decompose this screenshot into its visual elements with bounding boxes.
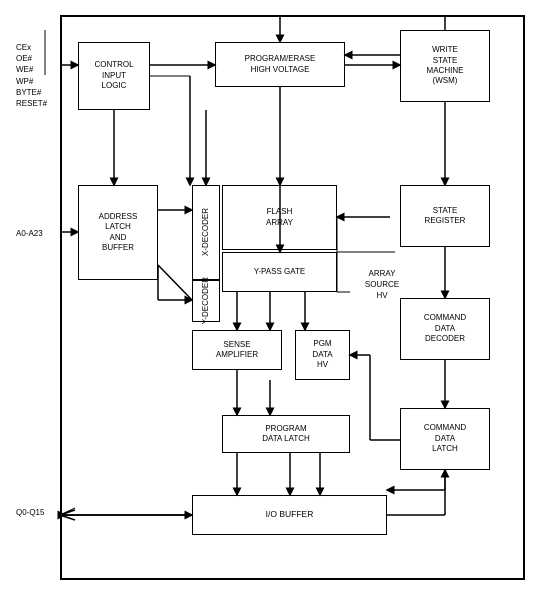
sense-amplifier-box: SENSE AMPLIFIER	[192, 330, 282, 370]
address-label: A0-A23	[16, 228, 43, 239]
control-input-logic-box: CONTROL INPUT LOGIC	[78, 42, 150, 110]
x-decoder-box: X-DECODER	[192, 185, 220, 280]
block-diagram: CONTROL INPUT LOGIC PROGRAM/ERASE HIGH V…	[0, 0, 538, 591]
address-latch-buffer-box: ADDRESS LATCH AND BUFFER	[78, 185, 158, 280]
y-pass-gate-box: Y-PASS GATE	[222, 252, 337, 292]
write-state-machine-box: WRITE STATE MACHINE (WSM)	[400, 30, 490, 102]
pgm-data-hv-box: PGM DATA HV	[295, 330, 350, 380]
command-data-decoder-box: COMMAND DATA DECODER	[400, 298, 490, 360]
array-source-hv-label: ARRAY SOURCE HV	[352, 268, 412, 302]
program-erase-hv-box: PROGRAM/ERASE HIGH VOLTAGE	[215, 42, 345, 87]
data-label: Q0-Q15	[16, 507, 44, 518]
io-buffer-box: I/O BUFFER	[192, 495, 387, 535]
input-signals-label: CEx OE# WE# WP# BYTE# RESET#	[16, 42, 47, 109]
y-decoder-box: Y-DECODER	[192, 280, 220, 322]
command-data-latch-box: COMMAND DATA LATCH	[400, 408, 490, 470]
state-register-box: STATE REGISTER	[400, 185, 490, 247]
program-data-latch-box: PROGRAM DATA LATCH	[222, 415, 350, 453]
flash-array-box: FLASH ARRAY	[222, 185, 337, 250]
